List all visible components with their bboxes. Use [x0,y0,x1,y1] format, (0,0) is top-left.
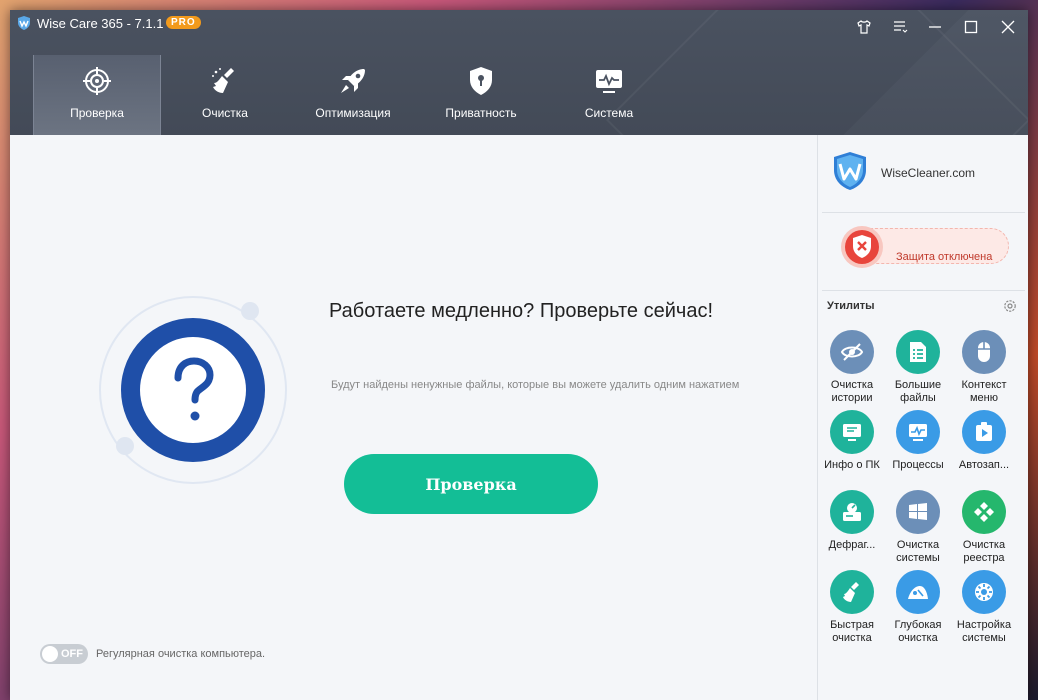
tool-icon-circle [962,490,1006,534]
scan-status-graphic [99,296,287,484]
tool-registry-clean[interactable]: Очистка реестра [951,490,1017,565]
defrag-icon [843,503,861,521]
shield-x-icon [841,226,883,268]
menu-icon [894,21,908,33]
tool-startup[interactable]: Автозап... [951,410,1017,472]
close-icon [1001,20,1015,34]
tool-label: Очистка истории [830,379,874,404]
tab-clean[interactable]: Очистка [161,55,289,135]
gear-icon[interactable] [1002,298,1018,314]
app-title: Wise Care 365 - 7.1.1 [37,16,164,31]
tool-icon-circle [896,570,940,614]
tool-label: Настройка системы [956,619,1012,644]
tool-label: Глубокая очистка [894,619,942,644]
tab-privacy[interactable]: Приватность [417,55,545,135]
tool-label: Очистка реестра [962,539,1006,564]
main-panel: Работаете медленно? Проверьте сейчас! Бу… [10,135,817,700]
toggle-caption: Регулярная очистка компьютера. [96,648,266,660]
page-subtext: Будут найдены ненужные файлы, которые вы… [331,379,740,391]
wisecleaner-logo-icon[interactable] [832,151,868,191]
quick-clean-icon [843,582,859,602]
skin-button[interactable] [855,18,873,36]
main-nav: Проверка Очистка Оптимизация Приватность… [33,55,673,135]
header: Wise Care 365 - 7.1.1 PRO Проверка Очист… [10,10,1028,135]
tool-icon-circle [896,490,940,534]
protection-status-text: Защита отключена [896,251,993,263]
tool-system-clean[interactable]: Очистка системы [885,490,951,565]
tune-icon [975,583,993,601]
file-list-icon [910,342,926,362]
tool-deep-clean[interactable]: Глубокая очистка [885,570,951,645]
scan-button[interactable]: Проверка [344,454,598,514]
tab-optimize[interactable]: Оптимизация [289,55,417,135]
titlebar: Wise Care 365 - 7.1.1 PRO [10,10,1028,42]
tool-label: Автозап... [958,459,1010,471]
tool-icon-circle [830,570,874,614]
pc-info-icon [843,424,861,441]
tool-icon-circle [830,410,874,454]
tool-label: Дефраг... [828,539,876,551]
app-logo-icon [18,16,30,30]
tool-icon-circle [896,410,940,454]
tool-label: Инфо о ПК [824,459,880,471]
maximize-icon [964,20,978,34]
close-button[interactable] [999,18,1017,36]
pro-badge: PRO [166,16,201,29]
broom-icon [212,68,234,93]
minimize-icon [929,26,941,28]
tool-defrag[interactable]: Дефраг... [819,490,885,552]
tool-label: Очистка системы [896,539,940,564]
page-headline: Работаете медленно? Проверьте сейчас! [329,300,713,322]
tool-pc-info[interactable]: Инфо о ПК [819,410,885,472]
minimize-button[interactable] [926,18,944,36]
toggle-knob [42,646,58,662]
tool-history-clean[interactable]: Очистка истории [819,330,885,405]
tool-system-tune[interactable]: Настройка системы [951,570,1017,645]
auto-clean-toggle[interactable]: OFF [40,644,88,664]
tool-icon-circle [830,330,874,374]
chart-monitor-icon [909,424,927,441]
tool-icon-circle [962,330,1006,374]
tab-label: Приватность [445,106,517,120]
tool-quick-clean[interactable]: Быстрая очистка [819,570,885,645]
tab-label: Очистка [202,106,248,120]
utilities-title: Утилиты [827,300,875,312]
shield-lock-icon [470,67,492,95]
windows-icon [909,503,927,520]
tab-label: Оптимизация [315,106,391,120]
eye-off-icon [840,343,864,361]
tab-label: Проверка [70,106,124,120]
tool-large-files[interactable]: Большие файлы [885,330,951,405]
monitor-icon [596,70,622,93]
startup-icon [976,422,992,441]
tab-system[interactable]: Система [545,55,673,135]
shirt-icon [857,20,871,34]
tab-label: Система [584,106,634,120]
rocket-icon [341,69,365,93]
brand-link[interactable]: WiseCleaner.com [881,166,975,180]
divider [822,212,1025,213]
registry-icon [974,502,994,522]
app-window: Wise Care 365 - 7.1.1 PRO Проверка Очист… [10,10,1028,700]
target-icon [83,67,111,95]
toggle-state: OFF [61,648,83,660]
tool-icon-circle [962,570,1006,614]
tool-icon-circle [896,330,940,374]
deep-clean-icon [908,586,928,599]
menu-button[interactable] [891,18,909,36]
tool-label: Быстрая очистка [830,619,874,644]
tool-label: Контекст меню [961,379,1007,404]
tool-icon-circle [830,490,874,534]
tool-context-menu[interactable]: Контекст меню [951,330,1017,405]
right-sidebar: WiseCleaner.com Защита отключена Утилиты… [817,135,1028,700]
divider [822,290,1025,291]
tool-label: Большие файлы [894,379,942,404]
maximize-button[interactable] [962,18,980,36]
mouse-icon [978,342,990,362]
tool-label: Процессы [892,459,944,471]
tool-processes[interactable]: Процессы [885,410,951,472]
tab-check[interactable]: Проверка [33,55,161,135]
tool-icon-circle [962,410,1006,454]
